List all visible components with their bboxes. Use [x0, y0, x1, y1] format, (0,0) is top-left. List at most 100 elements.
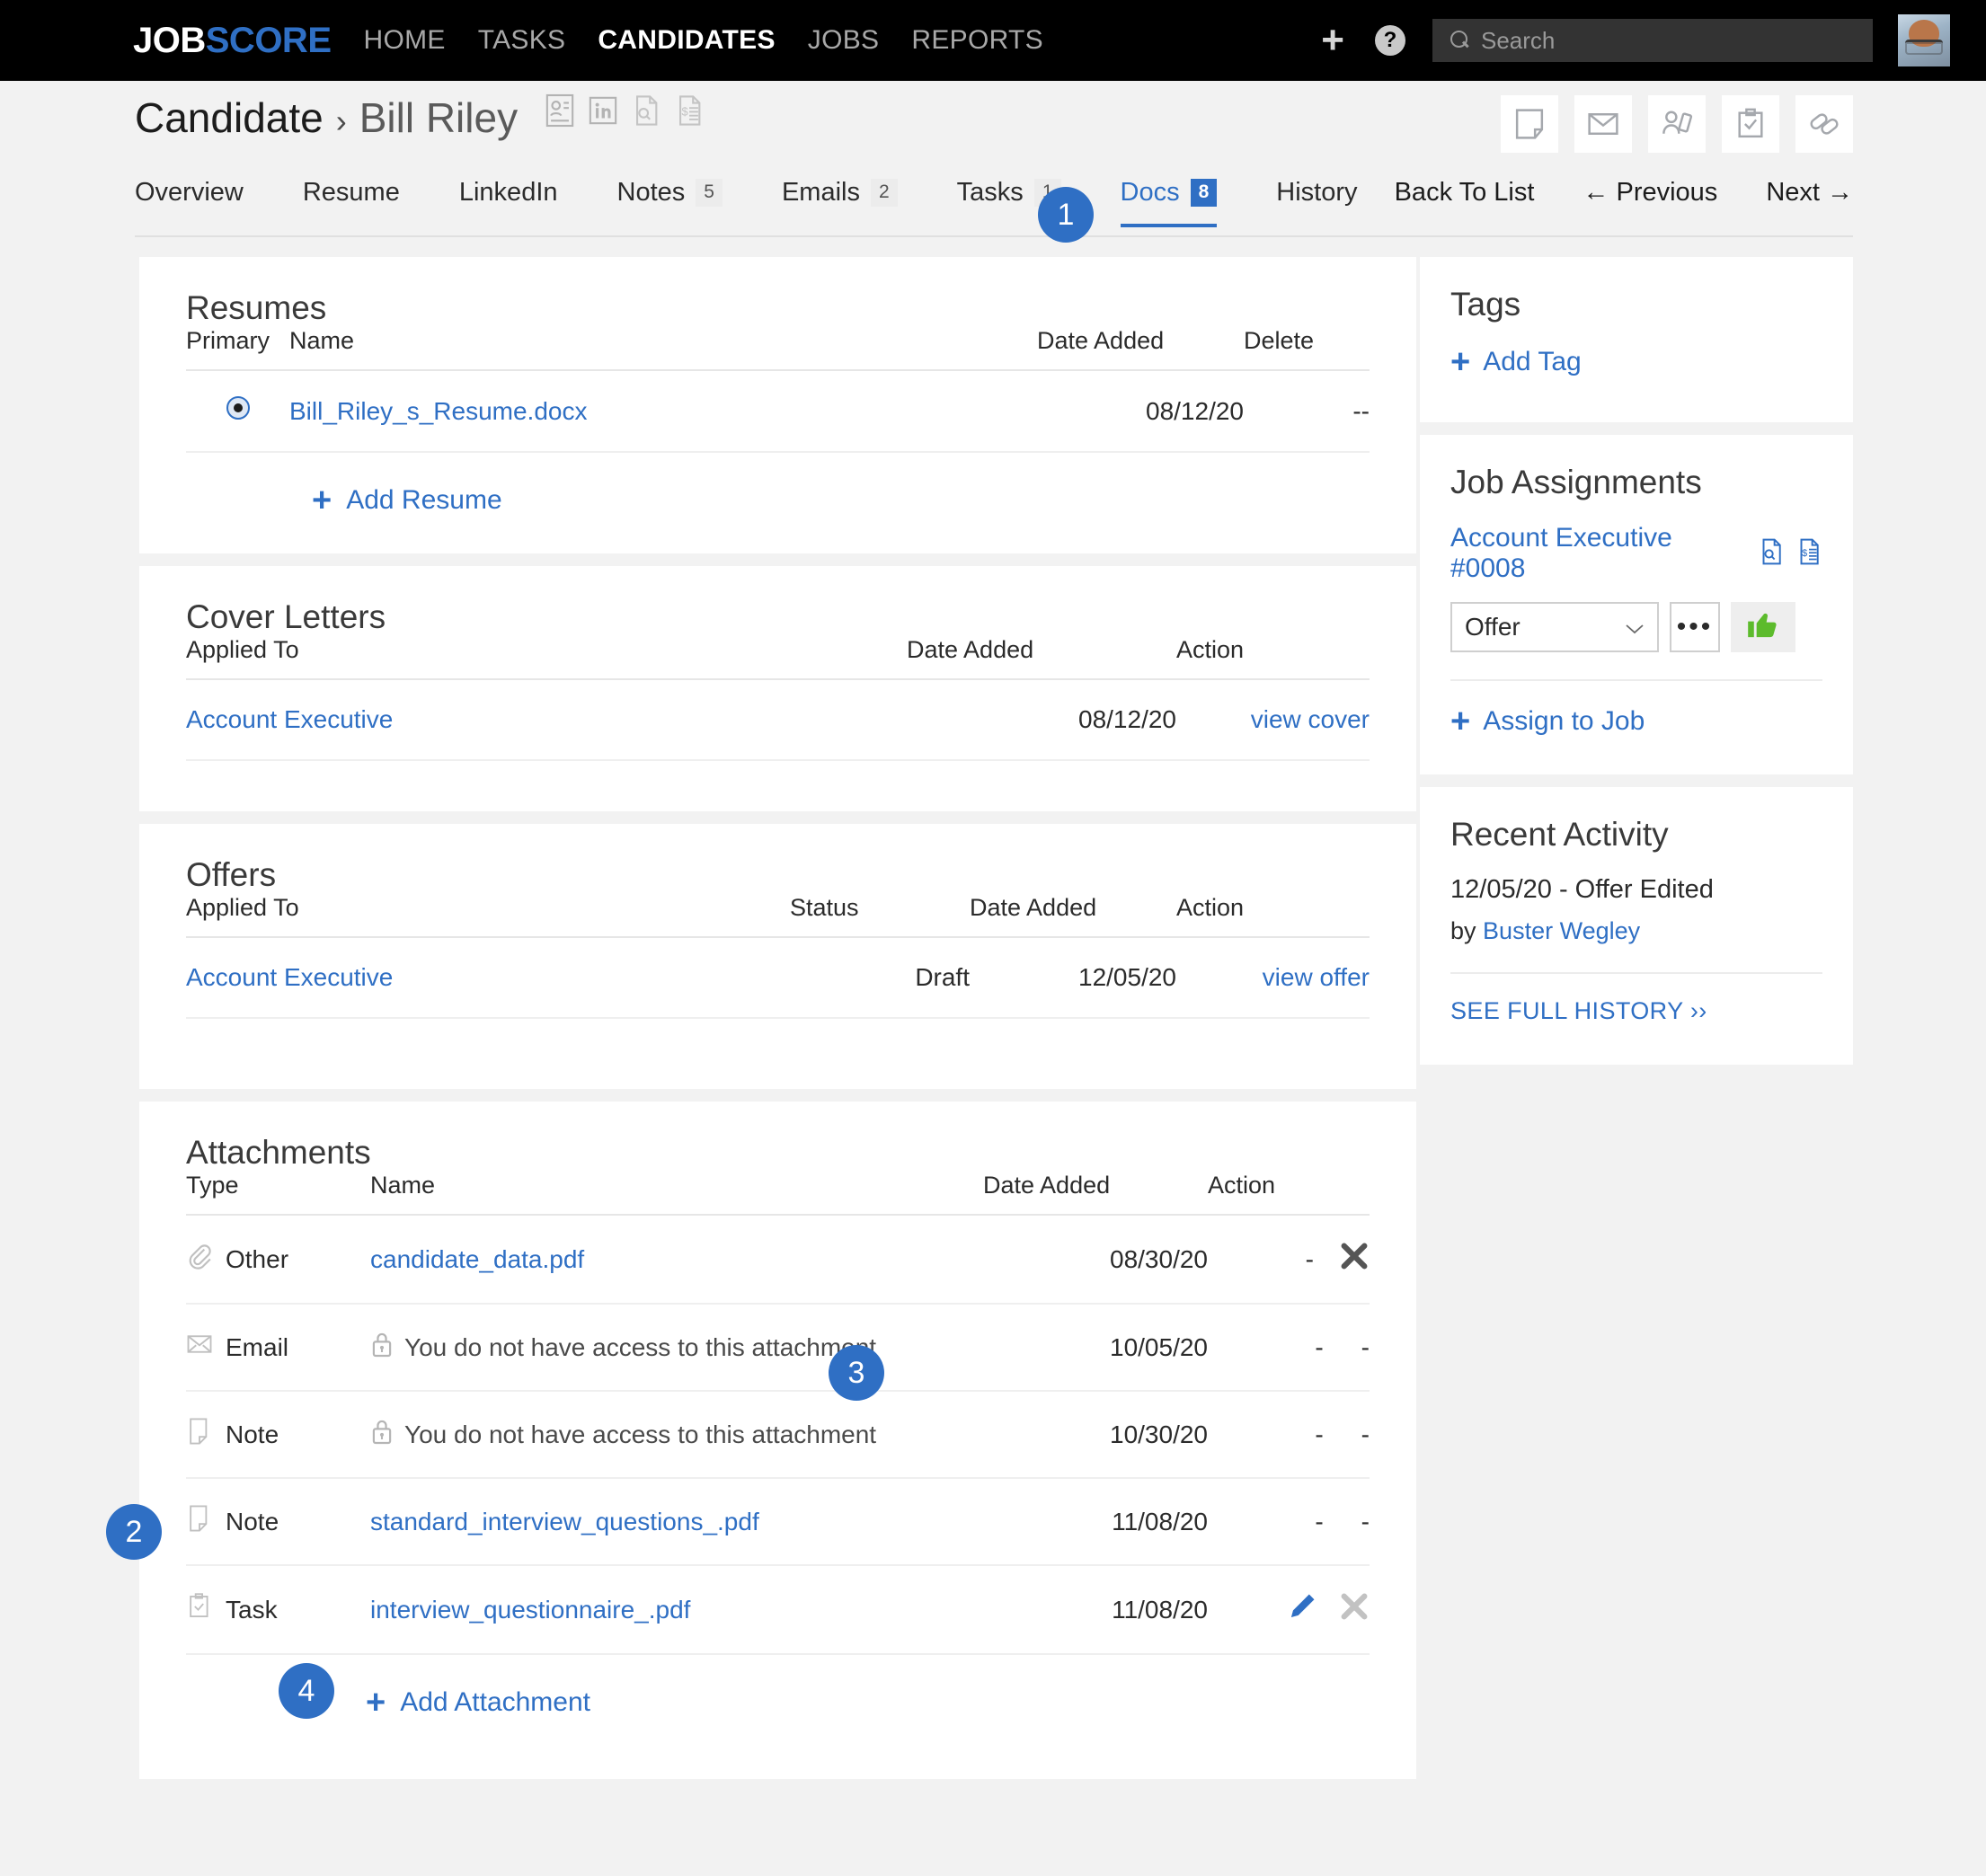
activity-author-link[interactable]: Buster Wegley: [1483, 917, 1640, 944]
cover-letter-job-link[interactable]: Account Executive: [186, 705, 393, 733]
attachment-file-link[interactable]: candidate_data.pdf: [370, 1245, 584, 1273]
table-header-row: Applied To Status Date Added Action: [186, 894, 1370, 938]
annotation-marker-3: 3: [829, 1345, 884, 1401]
tab-notes[interactable]: Notes 5: [617, 178, 723, 224]
primary-radio[interactable]: [226, 396, 250, 420]
svg-text:$: $: [682, 105, 688, 119]
linkedin-icon[interactable]: [588, 93, 618, 128]
offer-doc-icon[interactable]: $: [1795, 536, 1822, 571]
breadcrumb: Candidate › Bill Riley $: [135, 93, 705, 142]
divider: [1450, 679, 1822, 681]
job-link[interactable]: Account Executive #0008: [1450, 523, 1747, 584]
tab-label: Emails: [781, 178, 860, 207]
copy-link-button[interactable]: [1795, 95, 1853, 153]
sidebar-column: Tags + Add Tag Job Assignments Account E…: [1420, 257, 1853, 1077]
log-contact-button[interactable]: [1648, 95, 1706, 153]
plus-icon: +: [1450, 343, 1471, 381]
lock-icon: [370, 1330, 394, 1365]
nav-link-home[interactable]: HOME: [364, 25, 446, 56]
add-task-button[interactable]: [1722, 95, 1779, 153]
delete-x-icon[interactable]: [1339, 1591, 1370, 1628]
resume-search-icon[interactable]: [1758, 536, 1785, 571]
add-tag-label: Add Tag: [1483, 347, 1582, 376]
recent-activity-title: Recent Activity: [1450, 816, 1669, 853]
marker-number: 2: [125, 1514, 143, 1549]
attachment-file-link[interactable]: standard_interview_questions_.pdf: [370, 1508, 759, 1535]
add-plus-icon[interactable]: +: [1321, 21, 1344, 60]
tab-docs[interactable]: Docs 8: [1120, 178, 1218, 227]
activity-author-line: by Buster Wegley: [1450, 917, 1822, 945]
assign-to-job-row[interactable]: + Assign to Job: [1450, 704, 1822, 739]
add-resume-row[interactable]: + Add Resume: [186, 453, 1370, 518]
annotation-marker-2: 2: [106, 1504, 162, 1560]
back-to-list-link[interactable]: Back To List: [1395, 178, 1535, 208]
date-cell: 08/30/20: [983, 1215, 1208, 1305]
col-date-added: Date Added: [983, 1172, 1208, 1216]
help-question-icon[interactable]: ?: [1375, 25, 1405, 56]
view-offer-link[interactable]: view offer: [1263, 963, 1370, 991]
tab-resume[interactable]: Resume: [303, 178, 400, 224]
more-options-button[interactable]: •••: [1670, 602, 1720, 652]
name-cell: Bill_Riley_s_Resume.docx: [289, 370, 1037, 453]
logo-score-text: SCORE: [205, 20, 332, 60]
resume-search-icon[interactable]: [631, 93, 661, 128]
add-tag-row[interactable]: + Add Tag: [1450, 345, 1822, 379]
nav-link-candidates[interactable]: CANDIDATES: [598, 25, 775, 56]
breadcrumb-separator: ›: [335, 102, 347, 139]
table-header-row: Primary Name Date Added Delete: [186, 327, 1370, 371]
tab-linkedin[interactable]: LinkedIn: [459, 178, 558, 224]
name-cell: You do not have access to this attachmen…: [370, 1304, 983, 1392]
delete-x-icon[interactable]: [1339, 1241, 1370, 1278]
locked-message: You do not have access to this attachmen…: [404, 1332, 877, 1361]
tab-badge: 8: [1190, 179, 1218, 207]
breadcrumb-root[interactable]: Candidate: [135, 93, 324, 142]
tab-emails[interactable]: Emails 2: [782, 178, 898, 224]
col-type: Type: [186, 1172, 370, 1216]
marker-number: 3: [847, 1355, 865, 1390]
send-email-button[interactable]: [1574, 95, 1632, 153]
date-cell: 08/12/20: [907, 679, 1176, 761]
resume-file-link[interactable]: Bill_Riley_s_Resume.docx: [289, 397, 587, 425]
add-note-button[interactable]: [1501, 95, 1558, 153]
previous-record-link[interactable]: ← Previous: [1583, 178, 1717, 208]
avatar[interactable]: [1898, 14, 1950, 66]
stage-select[interactable]: Offer: [1450, 602, 1659, 652]
tab-overview[interactable]: Overview: [135, 178, 244, 224]
see-full-history-link[interactable]: SEE FULL HISTORY ››: [1450, 997, 1707, 1024]
jobscore-logo[interactable]: JOBSCORE: [133, 21, 332, 61]
attachment-file-link[interactable]: interview_questionnaire_.pdf: [370, 1596, 690, 1624]
name-cell: standard_interview_questions_.pdf: [370, 1478, 983, 1566]
thumbs-up-button[interactable]: [1731, 602, 1795, 652]
date-cell: 12/05/20: [970, 937, 1176, 1019]
page-header: Candidate › Bill Riley $: [0, 81, 1986, 171]
col-name: Name: [289, 327, 1037, 371]
next-record-link[interactable]: Next →: [1766, 178, 1853, 208]
col-name: Name: [370, 1172, 983, 1216]
search-input[interactable]: Search: [1481, 27, 1555, 55]
offer-doc-icon[interactable]: $: [674, 93, 705, 128]
date-cell: 11/08/20: [983, 1565, 1208, 1655]
edit-pencil-icon[interactable]: [1287, 1591, 1317, 1628]
nav-link-tasks[interactable]: TASKS: [478, 25, 566, 56]
cover-letters-card: Cover Letters Applied To Date Added Acti…: [139, 566, 1416, 811]
record-navigation: Back To List ← Previous Next →: [1395, 178, 1853, 224]
note-icon: [186, 1504, 213, 1539]
action-placeholder: -: [1305, 1244, 1314, 1273]
table-header-row: Applied To Date Added Action: [186, 636, 1370, 680]
status-cell: Draft: [790, 937, 970, 1019]
add-attachment-row[interactable]: + Add Attachment: [186, 1655, 1370, 1720]
offer-job-link[interactable]: Account Executive: [186, 963, 393, 991]
nav-link-jobs[interactable]: JOBS: [808, 25, 880, 56]
nav-link-reports[interactable]: REPORTS: [911, 25, 1043, 56]
tab-history[interactable]: History: [1276, 178, 1357, 224]
offers-title: Offers: [186, 856, 277, 893]
action-placeholder: -: [1361, 1420, 1370, 1448]
type-cell: Note: [186, 1391, 370, 1479]
tab-label: Docs: [1120, 178, 1180, 207]
global-search-box[interactable]: Search: [1432, 19, 1873, 62]
col-status: Status: [790, 894, 970, 938]
view-cover-link[interactable]: view cover: [1251, 705, 1370, 733]
tab-badge: 2: [870, 179, 898, 207]
contact-card-icon[interactable]: [545, 93, 575, 128]
candidate-action-buttons: [1501, 95, 1853, 153]
